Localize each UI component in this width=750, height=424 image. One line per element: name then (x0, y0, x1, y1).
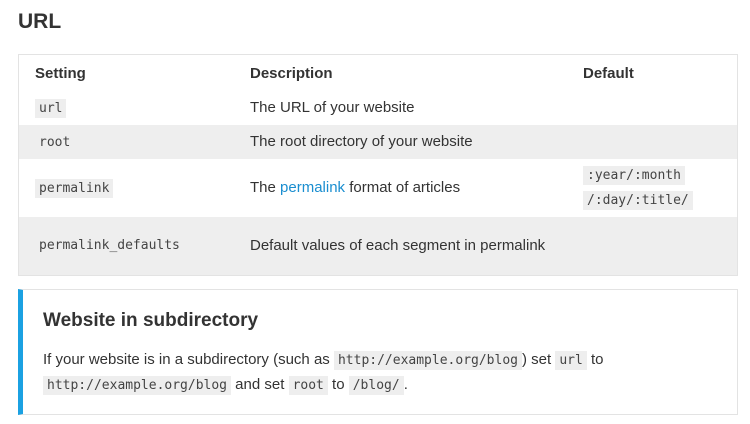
note-text: and set (231, 376, 289, 393)
setting-cell: permalink_defaults (19, 217, 235, 275)
description-cell: The permalink format of articles (234, 159, 567, 217)
setting-code: permalink_defaults (39, 238, 180, 254)
setting-code: root (39, 134, 71, 150)
note-callout: Website in subdirectory If your website … (18, 289, 738, 415)
default-cell (567, 91, 738, 125)
permalink-link[interactable]: permalink (280, 179, 345, 196)
setting-code: url (35, 98, 67, 118)
default-cell (567, 125, 738, 159)
header-setting: Setting (35, 64, 86, 82)
default-cell (567, 217, 738, 275)
table-row: url The URL of your website (19, 91, 738, 125)
default-code: /:day/:title/ (583, 191, 693, 210)
setting-cell: url (19, 91, 235, 125)
note-text: to (586, 351, 604, 368)
description-cell: The URL of your website (250, 99, 415, 116)
section-title: URL (18, 10, 62, 33)
note-text: If your website is in a subdirectory (su… (43, 351, 334, 368)
note-body: If your website is in a subdirectory (su… (43, 348, 713, 398)
table-row: root The root directory of your website (18, 125, 738, 159)
header-description: Description (250, 64, 333, 82)
setting-cell: permalink (19, 159, 235, 217)
settings-table: Setting Description Default url The URL … (18, 54, 738, 276)
table-row: permalink_defaults Default values of eac… (18, 217, 738, 275)
setting-cell: root (19, 125, 235, 159)
note-code: root (288, 376, 328, 395)
default-code: :year/:month (583, 166, 685, 185)
note-title: Website in subdirectory (43, 310, 259, 331)
note-text: . (403, 376, 408, 393)
table-header-row: Setting Description Default (19, 55, 738, 92)
note-code: /blog/ (348, 376, 404, 395)
header-default: Default (583, 64, 634, 82)
note-code: http://example.org/blog (43, 376, 232, 395)
default-cell: :year/:month /:day/:title/ (567, 159, 738, 217)
description-text: The (250, 179, 281, 196)
description-cell: The root directory of your website (250, 133, 473, 150)
note-code: http://example.org/blog (333, 351, 522, 370)
description-cell: Default values of each segment in permal… (250, 236, 546, 254)
description-text: format of articles (345, 179, 461, 196)
note-text: to (327, 376, 349, 393)
table-row: permalink The permalink format of articl… (19, 159, 738, 217)
note-code: url (555, 351, 587, 370)
setting-code: permalink (35, 178, 114, 198)
note-text: ) set (521, 351, 556, 368)
